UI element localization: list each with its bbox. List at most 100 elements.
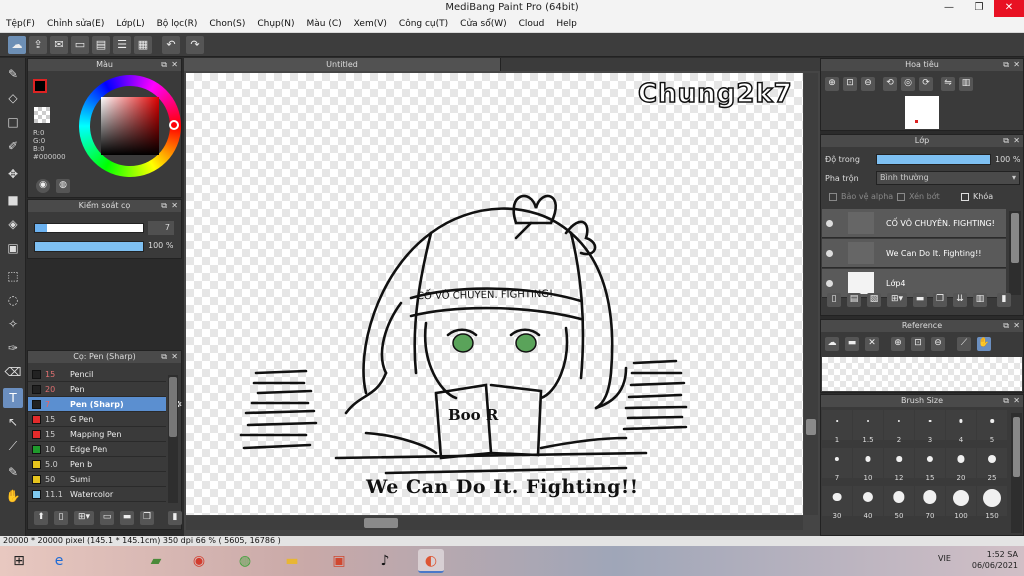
brush-size-cell[interactable]: 15 [915,448,945,482]
brush-tool-icon[interactable]: ✎ [3,64,23,84]
brush-row[interactable]: 10 Edge Pen [28,442,166,457]
zoom-out-icon[interactable]: ⊖ [861,77,875,91]
opacity-slider[interactable] [34,241,144,252]
menu-help[interactable]: Help [550,17,583,29]
menu-cloud[interactable]: Cloud [513,17,551,29]
main-color-swatch[interactable] [33,79,47,93]
eye-icon[interactable] [826,250,833,257]
fit-icon[interactable]: ⊡ [911,337,925,351]
canvas-vertical-scrollbar[interactable] [804,73,818,515]
windows-start-icon[interactable]: ⊞ [6,549,32,573]
file-explorer-icon[interactable]: ▬ [279,549,305,573]
cloud-icon[interactable]: ☁ [8,36,26,54]
eye-icon[interactable] [826,220,833,227]
brush-add-menu-icon[interactable]: ⊞▾ [74,511,94,525]
clock[interactable]: 1:52 SA 06/06/2021 [966,549,1018,571]
brush-row[interactable]: 50 Sumi [28,472,166,487]
layer-opacity-slider[interactable] [876,154,991,165]
flip-icon[interactable]: ⇋ [941,77,955,91]
duplicate-layer-icon[interactable]: ❐ [933,293,947,307]
close-reference-icon[interactable]: ✕ [865,337,879,351]
open-folder-icon[interactable]: ▬ [845,337,859,351]
layer-row[interactable]: We Can Do It. Fighting!! [822,239,1006,268]
panel-close-icon[interactable]: ✕ [171,200,178,212]
menu-color[interactable]: Màu (C) [301,17,348,29]
eye-icon[interactable] [826,280,833,287]
panel-close-icon[interactable]: ✕ [1013,320,1020,332]
blend-mode-select[interactable]: Bình thường ▾ [876,171,1020,185]
brush-size-cell[interactable]: 150 [977,486,1007,520]
redo-icon[interactable]: ↷ [186,36,204,54]
share-icon[interactable]: ⇪ [29,36,47,54]
eyedropper-icon[interactable]: ⟋ [957,337,971,351]
shield-app-icon[interactable]: ◍ [232,549,258,573]
close-button[interactable]: ✕ [994,0,1024,17]
new-8bit-layer-icon[interactable]: ▧ [867,293,881,307]
undock-icon[interactable]: ⧉ [1003,320,1009,332]
undock-icon[interactable]: ⧉ [1003,395,1009,407]
select-rect-icon[interactable]: ⬚ [3,266,23,286]
tiktok-icon[interactable]: ♪ [372,549,398,573]
lock-checkbox[interactable] [961,193,969,201]
hue-ring[interactable] [79,75,181,177]
menu-snap[interactable]: Chụp(N) [251,17,300,29]
comment-icon[interactable]: ✉ [50,36,68,54]
panel-close-icon[interactable]: ✕ [171,351,178,363]
new-halftone-layer-icon[interactable]: ▤ [847,293,861,307]
navigator-preview[interactable] [905,96,939,129]
undock-icon[interactable]: ⧉ [161,59,167,71]
size-value[interactable]: 7 [148,221,174,235]
ie-icon[interactable]: e [46,549,72,573]
undock-icon[interactable]: ⧉ [1003,59,1009,71]
menu-edit[interactable]: Chỉnh sửa(E) [41,17,110,29]
brush-delete-icon[interactable]: ▮ [168,511,182,525]
maximize-button[interactable]: ❐ [964,0,994,17]
list-icon[interactable]: ☰ [113,36,131,54]
lasso-tool-icon[interactable]: ◌ [3,290,23,310]
shape-tool-icon[interactable]: ■ [3,190,23,210]
rotate-right-icon[interactable]: ⟳ [919,77,933,91]
fill-tool-icon[interactable]: ◈ [3,214,23,234]
menu-window[interactable]: Cửa sổ(W) [454,17,512,29]
menu-filter[interactable]: Bộ lọc(R) [151,17,204,29]
trash-icon[interactable]: ▮ [997,293,1011,307]
add-layer-menu-icon[interactable]: ⊞▾ [887,293,907,307]
reference-canvas[interactable] [822,357,1022,391]
reset-rotate-icon[interactable]: ◎ [901,77,915,91]
stack-app-icon[interactable]: ▰ [143,549,169,573]
color-picker-icon[interactable]: ◍ [56,179,70,193]
brush-new-icon[interactable]: ▯ [54,511,68,525]
brush-size-scrollbar[interactable] [1011,413,1022,533]
hue-handle[interactable] [169,120,179,130]
brush-row-selected[interactable]: 7 Pen (Sharp) ✲ [28,397,182,412]
pen-tool-icon[interactable]: ✐ [3,136,23,156]
panel-close-icon[interactable]: ✕ [171,59,178,71]
panel-close-icon[interactable]: ✕ [1013,395,1020,407]
hand-icon[interactable]: ✋ [977,337,991,351]
brush-size-cell[interactable]: 25 [977,448,1007,482]
brush-add-icon[interactable]: ⬆ [34,511,48,525]
folder-icon[interactable]: ▬ [120,511,134,525]
brush-size-cell[interactable]: 50 [884,486,914,520]
brush-size-cell[interactable]: 1 [822,410,852,444]
canvas-horizontal-scrollbar[interactable] [186,516,803,530]
undock-icon[interactable]: ⧉ [1003,135,1009,147]
menu-select[interactable]: Chon(S) [203,17,251,29]
alpha-protect-checkbox[interactable] [829,193,837,201]
presentation-icon[interactable]: ▣ [326,549,352,573]
undo-icon[interactable]: ↶ [162,36,180,54]
zoom-in-icon[interactable]: ⊕ [891,337,905,351]
grid-icon[interactable]: ▦ [134,36,152,54]
menu-layer[interactable]: Lớp(L) [110,17,150,29]
brush-size-cell[interactable]: 100 [946,486,976,520]
medibang-icon[interactable]: ◐ [418,549,444,573]
undock-icon[interactable]: ⧉ [161,200,167,212]
eyedropper-icon[interactable]: ⟋ [3,436,23,456]
message-icon[interactable]: ▭ [71,36,89,54]
palette-icon[interactable]: ◉ [36,179,50,193]
undock-icon[interactable]: ⧉ [161,351,167,363]
chrome-icon[interactable]: ◉ [186,549,212,573]
brush-row[interactable]: 15 Pencil [28,367,166,382]
hand-tool-icon[interactable]: ✋ [3,486,23,506]
magic-wand-icon[interactable]: ✧ [3,314,23,334]
